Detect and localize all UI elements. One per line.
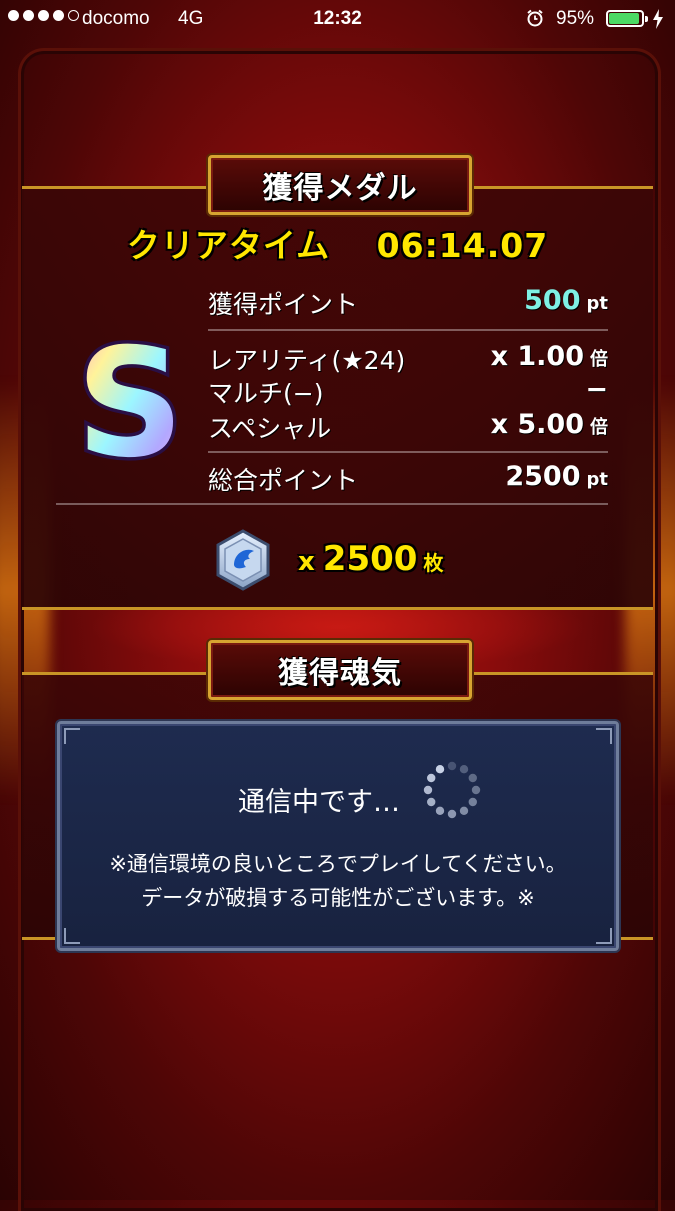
- divider: [56, 503, 608, 505]
- connecting-message: 通信中です…: [238, 787, 400, 818]
- multi-value: −: [585, 374, 608, 405]
- earned-points-value: 500: [524, 285, 581, 316]
- battery-percentage: 95%: [556, 8, 595, 29]
- clear-time-label: クリアタイム: [126, 226, 331, 265]
- alarm-icon: [527, 9, 543, 27]
- total-points-value: 2500: [505, 461, 581, 492]
- spinner-dot: [423, 785, 433, 795]
- rarity-row: レアリティ(★24) x 1.00 倍: [208, 341, 608, 375]
- rarity-unit: 倍: [590, 349, 608, 370]
- spinner-dot: [468, 773, 477, 783]
- spinner-dot: [471, 785, 481, 795]
- spinner-dot: [435, 806, 445, 815]
- medal-count-prefix: x: [298, 547, 315, 577]
- multi-label: マルチ(−): [208, 379, 324, 408]
- rank-s-icon: S: [74, 327, 186, 477]
- svg-text:S: S: [76, 327, 184, 477]
- spinner-dot: [459, 806, 469, 815]
- earned-points-label: 獲得ポイント: [208, 290, 359, 319]
- medal-icon: [216, 529, 270, 591]
- loading-spinner-icon: [423, 761, 481, 819]
- spinner-dot: [447, 809, 457, 819]
- spinner-dot: [459, 765, 469, 774]
- spinner-dot: [468, 797, 477, 807]
- medal-section-title: 獲得メダル: [208, 155, 472, 215]
- spinner-dot: [427, 773, 436, 783]
- charging-bolt-icon: [653, 9, 663, 29]
- earned-points-unit: pt: [586, 293, 609, 314]
- spinner-dot: [435, 765, 445, 774]
- soul-section-title: 獲得魂気: [208, 640, 472, 700]
- total-points-label: 総合ポイント: [208, 466, 359, 495]
- warning-line-2: データが破損する可能性がございます。※: [141, 886, 535, 910]
- total-points-row: 総合ポイント 2500 pt: [208, 461, 608, 495]
- earned-points-row: 獲得ポイント 500 pt: [208, 285, 608, 319]
- special-value: x 5.00: [490, 409, 584, 440]
- medal-count-row: x 2500 枚: [22, 529, 653, 599]
- battery-level-fill: [609, 13, 640, 24]
- special-row: スペシャル x 5.00 倍: [208, 409, 608, 443]
- clear-time-value: 06:14.07: [376, 226, 549, 265]
- warning-line-1: ※通信環境の良いところでプレイしてください。: [109, 852, 567, 876]
- divider: [208, 329, 608, 331]
- medal-count: x 2500 枚: [298, 539, 443, 579]
- medal-result-panel: クリアタイム 06:14.07 S 獲得ポイント 500 pt レアリティ(★24…: [22, 186, 653, 610]
- status-bar: docomo 4G 12:32 95%: [0, 0, 675, 38]
- spinner-dot: [447, 761, 457, 771]
- connecting-dialog: 通信中です… ※通信環境の良いところでプレイしてください。 データが破損する可能…: [57, 721, 619, 951]
- total-points-unit: pt: [586, 469, 609, 490]
- rarity-label: レアリティ(★24): [208, 346, 406, 375]
- spinner-dot: [427, 797, 436, 807]
- battery-icon: [606, 10, 648, 27]
- medal-count-unit: 枚: [423, 551, 444, 575]
- clear-time-row: クリアタイム 06:14.07: [22, 219, 653, 267]
- divider: [208, 451, 608, 453]
- special-unit: 倍: [590, 417, 608, 438]
- special-label: スペシャル: [208, 414, 332, 443]
- rarity-value: x 1.00: [490, 341, 584, 372]
- medal-count-value: 2500: [322, 539, 418, 579]
- multi-row: マルチ(−) −: [208, 374, 608, 408]
